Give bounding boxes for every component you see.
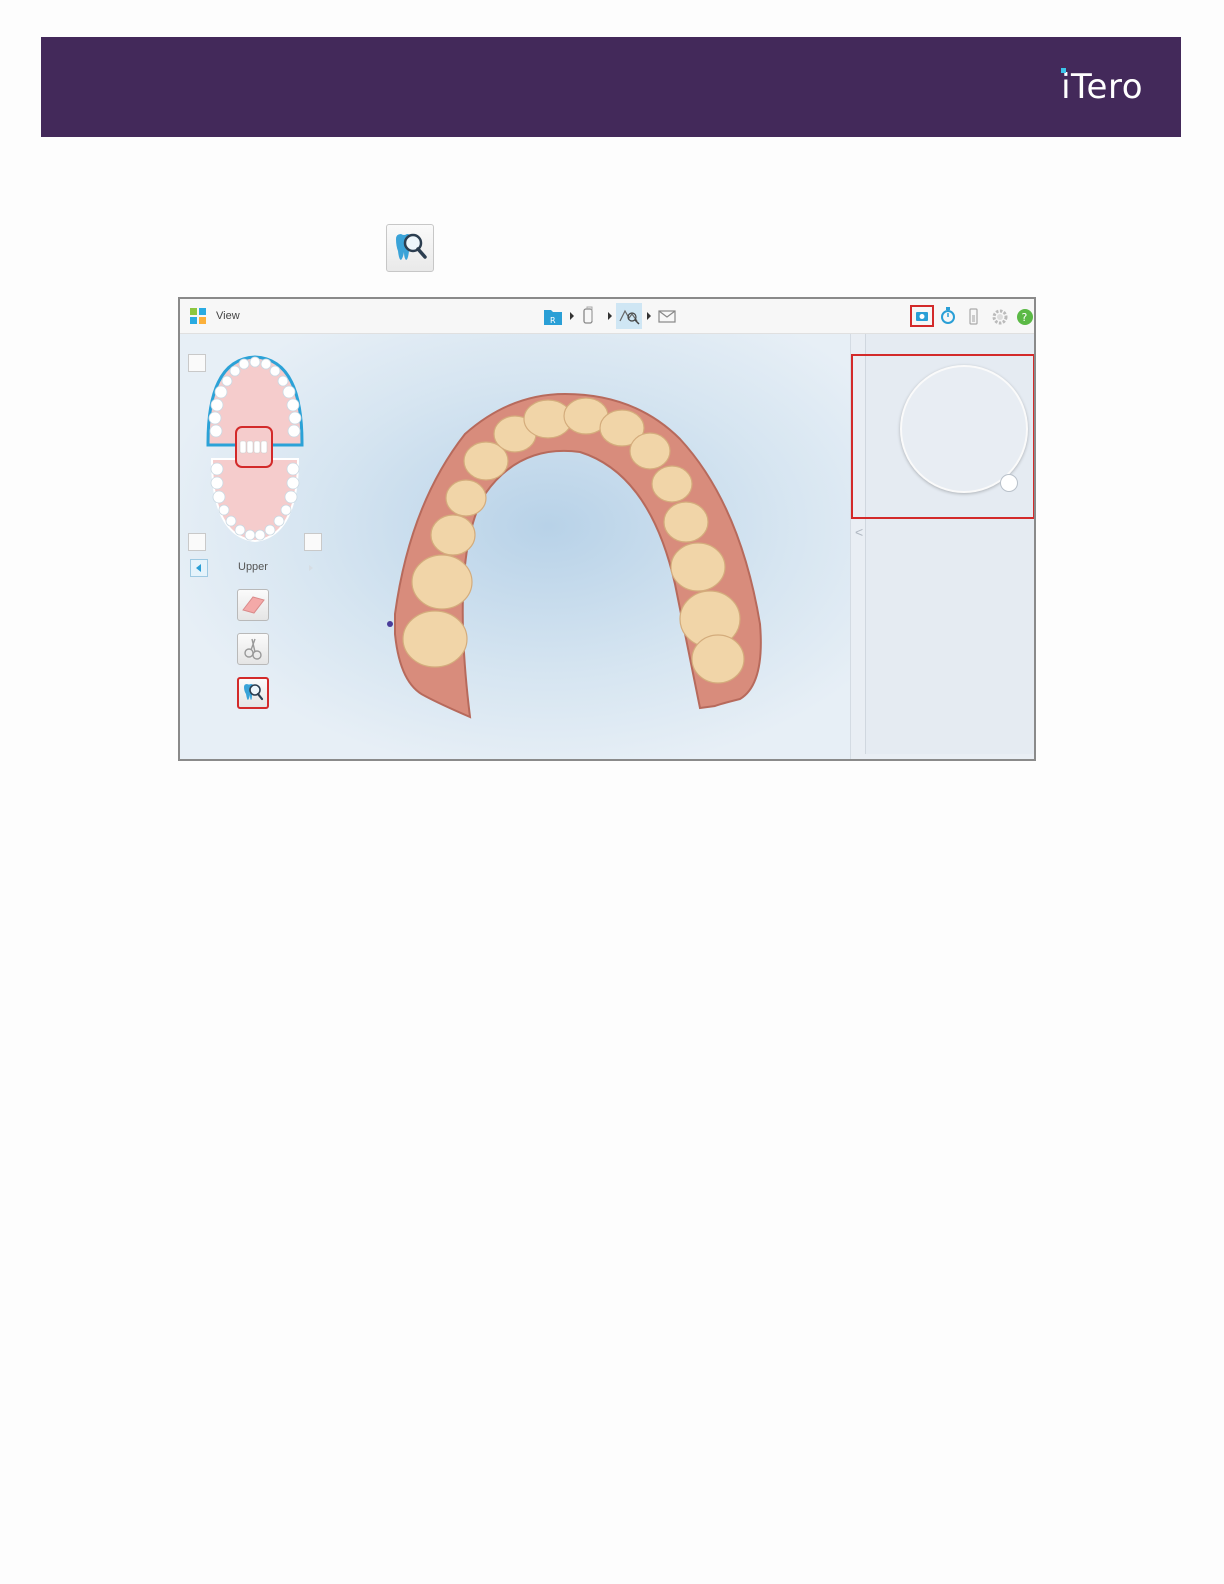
review-tool-button[interactable] xyxy=(237,677,269,709)
app-menu-icon[interactable] xyxy=(190,308,206,324)
battery-icon xyxy=(969,308,978,325)
review-tool-icon xyxy=(244,684,264,701)
header-banner: iTero xyxy=(41,37,1181,137)
chevron-left-icon xyxy=(196,564,201,572)
view-icon[interactable] xyxy=(616,303,642,329)
eraser-tool-button[interactable] xyxy=(237,589,269,621)
timer-icon[interactable] xyxy=(941,307,955,324)
lower-arch-view-icon[interactable] xyxy=(188,533,206,551)
rx-icon[interactable]: R xyxy=(544,310,562,325)
window-title: View xyxy=(216,310,240,322)
top-toolbar: View R ? xyxy=(180,299,1034,334)
logo-dot xyxy=(1061,68,1067,73)
logo-text: iTero xyxy=(1061,67,1143,107)
arch-next-button[interactable] xyxy=(305,562,317,574)
send-icon[interactable] xyxy=(658,310,676,323)
right-toolbar: ? xyxy=(916,307,1033,325)
review-side-panel: < xyxy=(850,334,1034,759)
tooth-diagram[interactable] xyxy=(202,351,312,551)
occlusion-view-icon[interactable] xyxy=(304,533,322,551)
trim-tool-button[interactable] xyxy=(237,633,269,665)
trim-icon xyxy=(244,638,262,660)
camera-icon[interactable] xyxy=(916,312,928,321)
model-marker xyxy=(387,621,393,627)
tooth-magnifier-icon xyxy=(396,233,427,260)
review-tool-button-reference xyxy=(386,224,434,272)
scan-icon[interactable] xyxy=(583,306,593,324)
step-arrow-icon xyxy=(570,312,574,320)
arch-label: Upper xyxy=(238,561,268,573)
arch-prev-button[interactable] xyxy=(190,559,208,577)
itero-logo: iTero xyxy=(1061,67,1143,107)
help-icon[interactable]: ? xyxy=(1017,309,1033,325)
collapse-panel-icon[interactable]: < xyxy=(855,524,863,540)
workflow-bar: R xyxy=(544,303,676,329)
svg-text:R: R xyxy=(550,316,556,325)
settings-icon[interactable] xyxy=(992,309,1008,325)
svg-text:?: ? xyxy=(1022,311,1028,324)
app-screenshot: View R ? Upper < xyxy=(178,297,1036,761)
step-arrow-icon xyxy=(608,312,612,320)
step-arrow-icon xyxy=(647,312,651,320)
magnifier-resize-handle[interactable] xyxy=(1000,474,1018,492)
eraser-icon xyxy=(242,596,265,614)
